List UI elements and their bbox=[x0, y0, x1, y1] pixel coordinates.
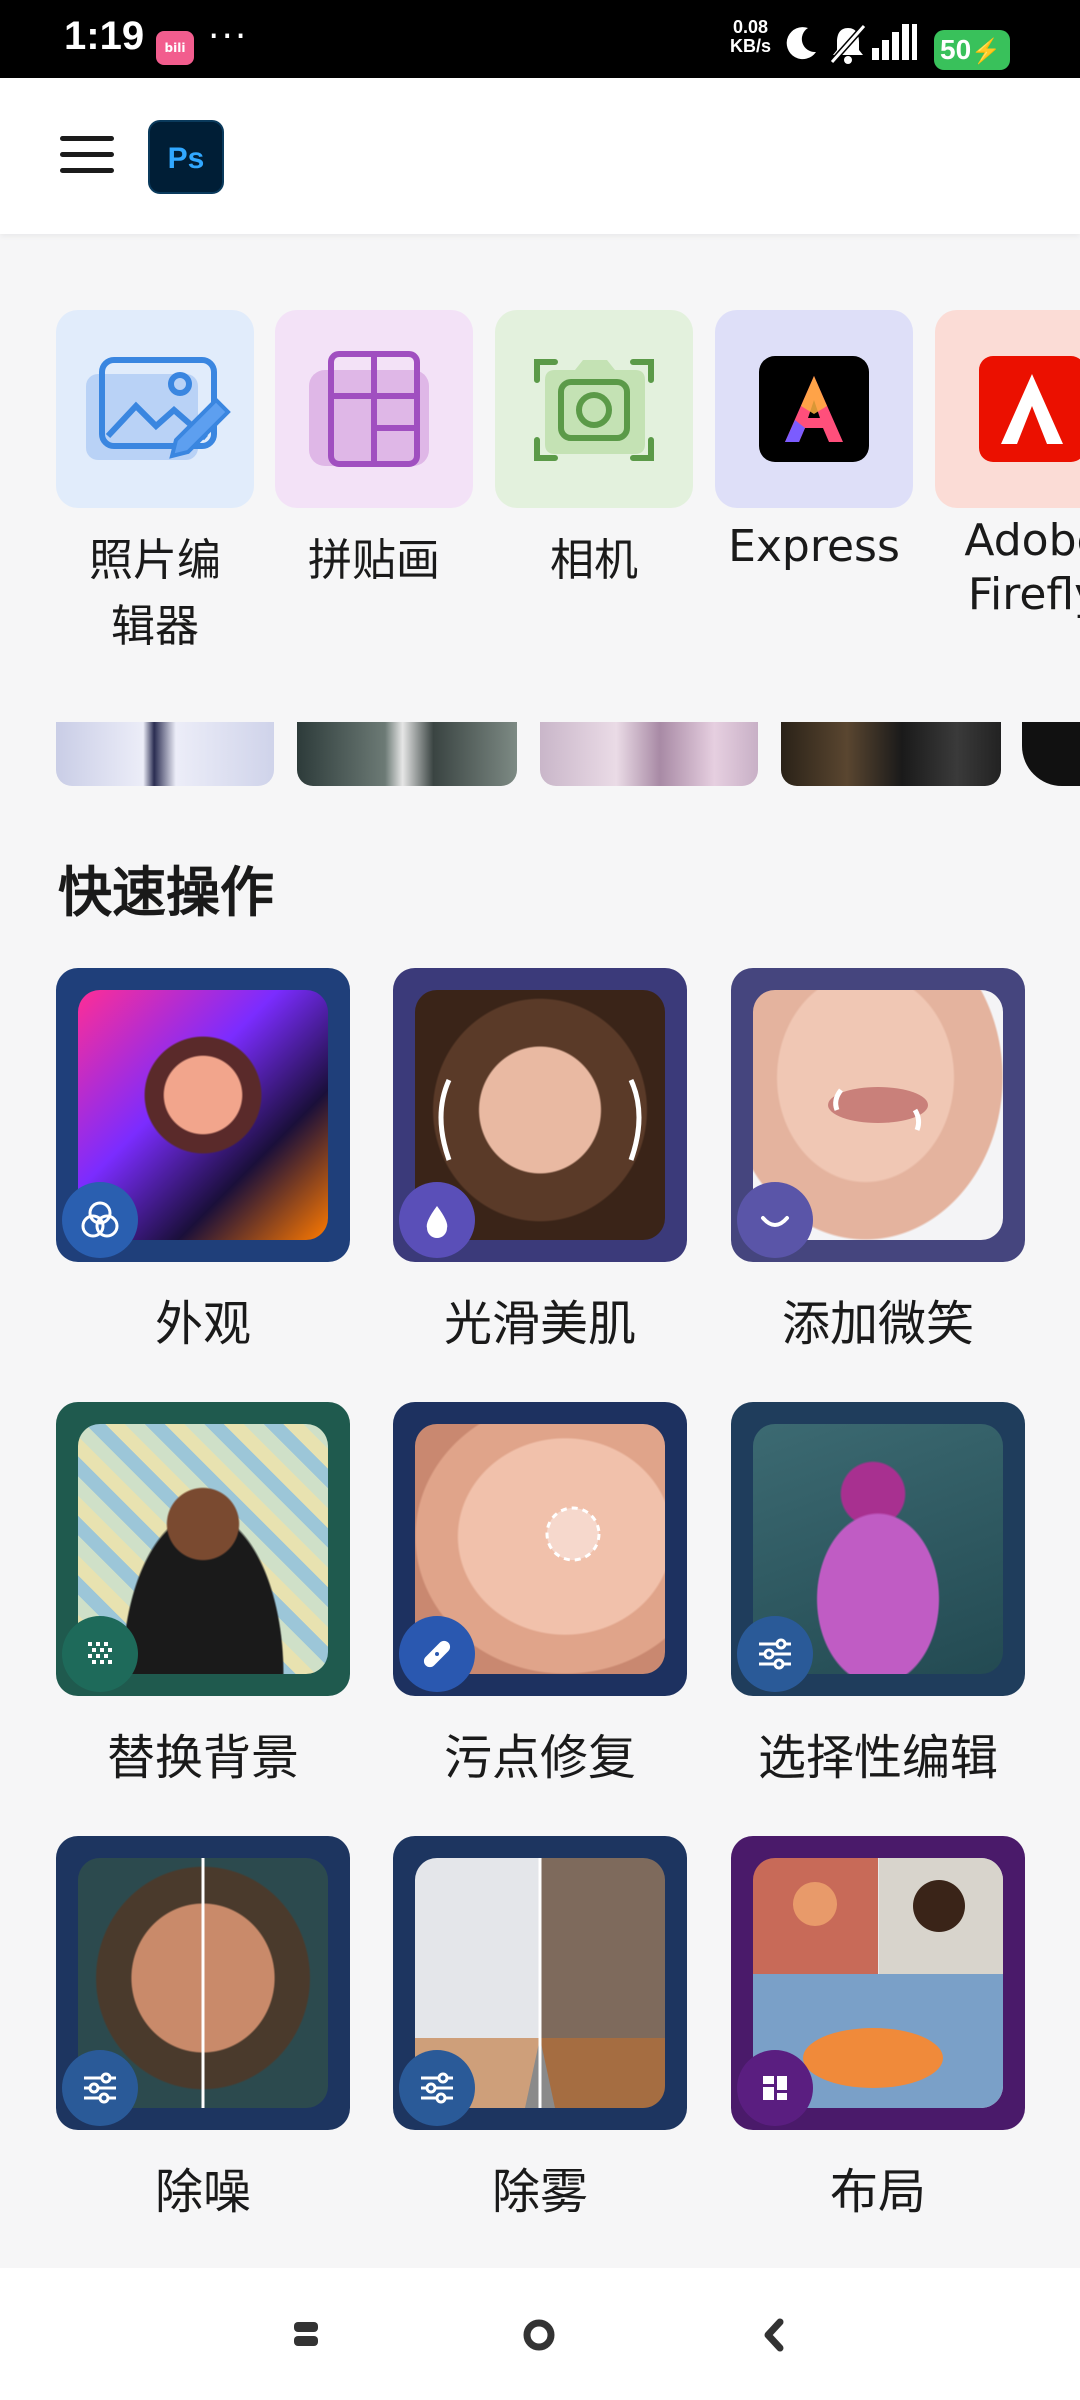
camera-tile[interactable] bbox=[495, 310, 693, 508]
app-label: Express bbox=[728, 521, 900, 572]
signal-icon bbox=[872, 24, 917, 60]
quick-action-label: 除噪 bbox=[154, 2164, 251, 2220]
collage-icon bbox=[309, 351, 429, 467]
home-icon[interactable] bbox=[522, 2318, 556, 2352]
adobe-express-icon bbox=[759, 356, 869, 462]
app-express[interactable]: Express bbox=[715, 310, 913, 580]
system-navigation-bar bbox=[0, 2268, 1080, 2400]
do-not-disturb-moon-icon bbox=[786, 27, 816, 60]
looks-card[interactable] bbox=[56, 968, 350, 1262]
app-bar: Ps bbox=[0, 78, 1080, 234]
camera-icon bbox=[534, 359, 654, 461]
quick-action-label: 替换背景 bbox=[106, 1730, 299, 1786]
app-photo-editor[interactable]: 照片编 辑器 bbox=[56, 310, 254, 660]
selective-edit-card[interactable] bbox=[731, 1402, 1025, 1696]
app-label: 照片编 辑器 bbox=[89, 535, 221, 652]
denoise-card[interactable] bbox=[56, 1836, 350, 2130]
status-time: 1:19 bbox=[64, 14, 145, 58]
dehaze-card[interactable] bbox=[393, 1836, 687, 2130]
network-speed: 0.08 KB/s bbox=[730, 18, 771, 56]
layout-grid-icon bbox=[737, 2050, 813, 2126]
photo-editor-icon bbox=[86, 357, 231, 460]
tutorial-thumbnail[interactable] bbox=[781, 722, 1001, 786]
tutorial-thumbnail[interactable] bbox=[540, 722, 758, 786]
collage-tile[interactable] bbox=[275, 310, 473, 508]
layout-card[interactable] bbox=[731, 1836, 1025, 2130]
quick-action-add-smile[interactable]: 添加微笑 bbox=[731, 968, 1025, 1354]
water-drop-icon bbox=[399, 1182, 475, 1258]
quick-action-label: 光滑美肌 bbox=[443, 1296, 636, 1352]
tutorial-thumbnail[interactable] bbox=[56, 722, 274, 786]
back-icon[interactable] bbox=[760, 2318, 786, 2352]
looks-icon bbox=[62, 1182, 138, 1258]
sliders-icon bbox=[737, 1616, 813, 1692]
quick-action-label: 添加微笑 bbox=[781, 1296, 974, 1352]
smooth-skin-card[interactable] bbox=[393, 968, 687, 1262]
network-speed-value: 0.08 bbox=[732, 17, 769, 37]
app-collage[interactable]: 拼贴画 bbox=[275, 310, 473, 594]
tutorial-thumbnail[interactable] bbox=[297, 722, 517, 786]
photoshop-logo[interactable]: Ps bbox=[148, 120, 224, 194]
quick-action-spot-heal[interactable]: 污点修复 bbox=[393, 1402, 687, 1788]
quick-actions-title: 快速操作 bbox=[58, 861, 274, 924]
quick-action-dehaze[interactable]: 除雾 bbox=[393, 1836, 687, 2222]
battery-level: 50 bbox=[940, 34, 972, 65]
add-smile-card[interactable] bbox=[731, 968, 1025, 1262]
mute-bell-icon bbox=[829, 24, 867, 64]
network-speed-unit: KB/s bbox=[730, 36, 772, 56]
quick-action-looks[interactable]: 外观 bbox=[56, 968, 350, 1354]
firefly-tile[interactable] bbox=[935, 310, 1080, 508]
quick-action-label: 选择性编辑 bbox=[757, 1730, 998, 1786]
quick-action-label: 布局 bbox=[829, 2164, 926, 2220]
quick-action-smooth-skin[interactable]: 光滑美肌 bbox=[393, 968, 687, 1354]
app-shortcuts-row: 照片编 辑器 拼贴画 相机 Express Adob Firefl bbox=[0, 310, 1080, 670]
tutorial-thumbnail-strip bbox=[0, 722, 1080, 788]
spot-heal-card[interactable] bbox=[393, 1402, 687, 1696]
tutorial-thumbnail[interactable] bbox=[1022, 722, 1080, 786]
quick-action-label: 外观 bbox=[154, 1296, 251, 1352]
bilibili-notification-icon: bili bbox=[156, 31, 194, 65]
quick-action-replace-background[interactable]: 替换背景 bbox=[56, 1402, 350, 1788]
smile-icon bbox=[737, 1182, 813, 1258]
charging-icon: ⚡ bbox=[971, 38, 1002, 65]
adobe-firefly-icon bbox=[979, 356, 1080, 462]
quick-action-selective-edit[interactable]: 选择性编辑 bbox=[731, 1402, 1025, 1788]
replace-background-card[interactable] bbox=[56, 1402, 350, 1696]
recents-icon[interactable] bbox=[292, 2318, 320, 2350]
app-label: 拼贴画 bbox=[308, 535, 440, 586]
quick-action-layout[interactable]: 布局 bbox=[731, 1836, 1025, 2222]
app-firefly[interactable]: AdobeFirefly bbox=[935, 310, 1080, 622]
status-bar: 1:19 bili ··· 0.08 KB/s 50⚡ bbox=[0, 0, 1080, 78]
more-notifications-icon: ··· bbox=[208, 16, 249, 57]
app-label: 相机 bbox=[550, 535, 638, 586]
app-label: AdobeFirefly bbox=[964, 515, 1080, 620]
background-pattern-icon bbox=[62, 1616, 138, 1692]
quick-action-label: 污点修复 bbox=[443, 1730, 636, 1786]
sliders-icon bbox=[399, 2050, 475, 2126]
hamburger-menu-icon[interactable] bbox=[60, 136, 114, 176]
bandage-icon bbox=[399, 1616, 475, 1692]
photo-editor-tile[interactable] bbox=[56, 310, 254, 508]
battery-indicator: 50⚡ bbox=[934, 30, 1010, 70]
quick-action-label: 除雾 bbox=[491, 2164, 588, 2220]
express-tile[interactable] bbox=[715, 310, 913, 508]
sliders-icon bbox=[62, 2050, 138, 2126]
app-camera[interactable]: 相机 bbox=[495, 310, 693, 594]
quick-action-denoise[interactable]: 除噪 bbox=[56, 1836, 350, 2222]
